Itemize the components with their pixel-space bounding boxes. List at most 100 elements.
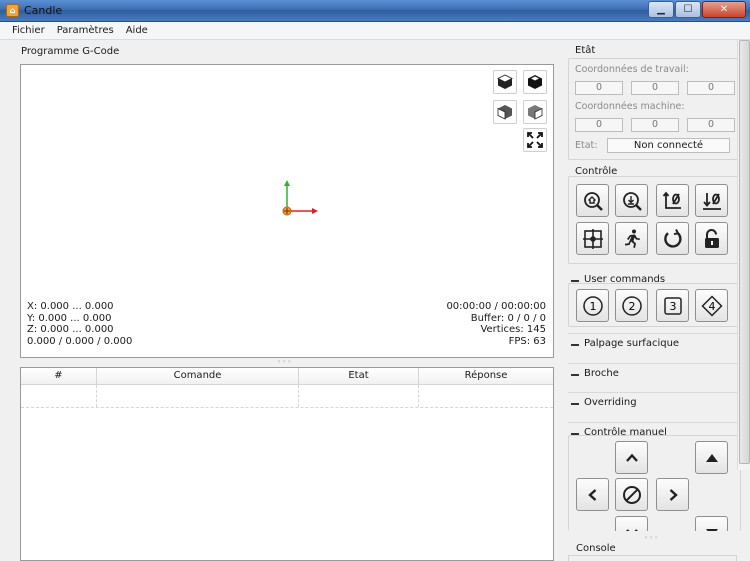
surface-probe-title: Palpage surfacique [584,338,680,349]
machine-coord-z: 0 [687,118,735,132]
machine-coord-y: 0 [631,118,679,132]
stat-z-range: Z: 0.000 ... 0.000 [27,324,114,335]
table-cell [21,385,97,407]
menu-parametres[interactable]: Paramètres [51,22,120,39]
unlock-icon [704,228,719,248]
view-left-button[interactable] [523,100,547,124]
view-isometric-button[interactable] [493,70,517,94]
column-header-response[interactable]: Réponse [419,368,553,384]
column-header-state[interactable]: Etat [299,368,419,384]
triangle-up-icon [705,453,718,462]
user-command-1-button[interactable]: 1 [576,289,609,322]
cube-front-icon [497,105,512,120]
menu-aide[interactable]: Aide [120,22,154,39]
minimize-button[interactable]: ▁ [648,1,674,18]
chevron-right-icon [669,488,678,501]
spindle-header[interactable]: Broche [568,363,737,385]
collapse-icon [571,344,579,346]
bounds-stats: X: 0.000 ... 0.000 Y: 0.000 ... 0.000 Z:… [27,301,132,347]
right-panel-scrollbar[interactable] [737,40,750,470]
jog-y-plus-button[interactable] [615,441,648,474]
stop-circle-icon [622,485,641,504]
cube-top-icon [528,75,542,89]
reset-button[interactable] [656,222,689,255]
view-top-button[interactable] [523,70,547,94]
svg-text:3: 3 [669,300,676,313]
stat-time: 00:00:00 / 00:00:00 [446,301,546,312]
collapse-icon [571,403,579,405]
circle-two-icon: 2 [621,295,642,316]
table-cell [419,385,553,407]
status-label: Etat: [575,140,598,151]
console-title: Console [576,543,616,554]
console-group [568,555,737,561]
user-command-4-button[interactable]: 4 [695,289,728,322]
app-logo-icon: ⌂ [6,4,19,17]
gcode-group-title: Programme G-Code [21,46,120,57]
console-splitter-handle[interactable]: ◦◦◦ [644,534,659,542]
jog-y-minus-clip [615,516,648,531]
overriding-title: Overriding [584,397,637,408]
table-header: # Comande Etat Réponse [21,368,553,385]
gcode-viewer[interactable]: X: 0.000 ... 0.000 Y: 0.000 ... 0.000 Z:… [20,64,554,358]
probe-search-icon [622,191,642,211]
jog-z-plus-button[interactable] [695,441,728,474]
vertical-splitter-handle[interactable]: ◦◦◦ [277,358,292,366]
home-button[interactable] [576,184,609,217]
jog-z-minus-button[interactable] [695,516,728,531]
machine-coord-x: 0 [575,118,623,132]
stat-vertices: Vertices: 145 [480,324,546,335]
origin-axes-icon [282,180,318,216]
menu-fichier[interactable]: Fichier [6,22,51,39]
work-coords-row: 0 0 0 [575,81,743,95]
stat-buffer: Buffer: 0 / 0 / 0 [470,312,546,324]
probe-z-button[interactable] [615,184,648,217]
user-command-2-button[interactable]: 2 [615,289,648,322]
spindle-title: Broche [584,368,619,379]
left-panel: Programme G-Code X: 0.000 ... 0.000 Y: 0… [0,40,563,561]
zero-xy-button[interactable] [656,184,689,217]
fit-view-button[interactable] [523,128,547,152]
square-three-icon: 3 [663,296,682,315]
expand-icon [527,132,543,148]
overriding-header[interactable]: Overriding [568,392,737,414]
restore-origin-button[interactable] [576,222,609,255]
triangle-down-icon [705,528,718,531]
maximize-button[interactable]: ☐ [675,1,701,18]
program-table[interactable]: # Comande Etat Réponse [20,367,554,561]
user-command-3-button[interactable]: 3 [656,289,689,322]
table-cell [299,385,419,407]
safe-position-button[interactable] [615,222,648,255]
svg-text:4: 4 [708,300,715,313]
work-coord-y: 0 [631,81,679,95]
column-header-command[interactable]: Comande [97,368,299,384]
stat-x-range: X: 0.000 ... 0.000 [27,301,114,312]
machine-coords-row: 0 0 0 [575,118,743,132]
running-man-icon [624,229,640,248]
surface-probe-header[interactable]: Palpage surfacique [568,333,737,355]
zero-z-button[interactable] [695,184,728,217]
scrollbar-thumb[interactable] [739,40,750,464]
table-row[interactable] [21,385,553,408]
work-coord-x: 0 [575,81,623,95]
home-search-icon [583,191,603,211]
jog-x-plus-button[interactable] [656,478,689,511]
close-button[interactable]: ✕ [702,1,746,18]
jog-x-minus-button[interactable] [576,478,609,511]
stat-fps: FPS: 63 [508,335,546,347]
unlock-button[interactable] [695,222,728,255]
reset-icon [663,228,682,248]
render-stats: 00:00:00 / 00:00:00 Buffer: 0 / 0 / 0 Ve… [446,301,546,347]
jog-y-minus-button[interactable] [615,516,648,531]
crosshair-icon [582,228,603,249]
column-header-index[interactable]: # [21,368,97,384]
title-bar: ⌂ Candle ▁ ☐ ✕ [0,0,750,22]
chevron-down-icon [625,528,638,531]
window-title: Candle [24,4,63,17]
view-front-button[interactable] [493,100,517,124]
machine-coords-label: Coordonnées machine: [575,101,685,112]
connection-status: Non connecté [607,138,730,153]
jog-stop-button[interactable] [615,478,648,511]
chevron-up-icon [625,453,638,462]
table-cell [97,385,299,407]
